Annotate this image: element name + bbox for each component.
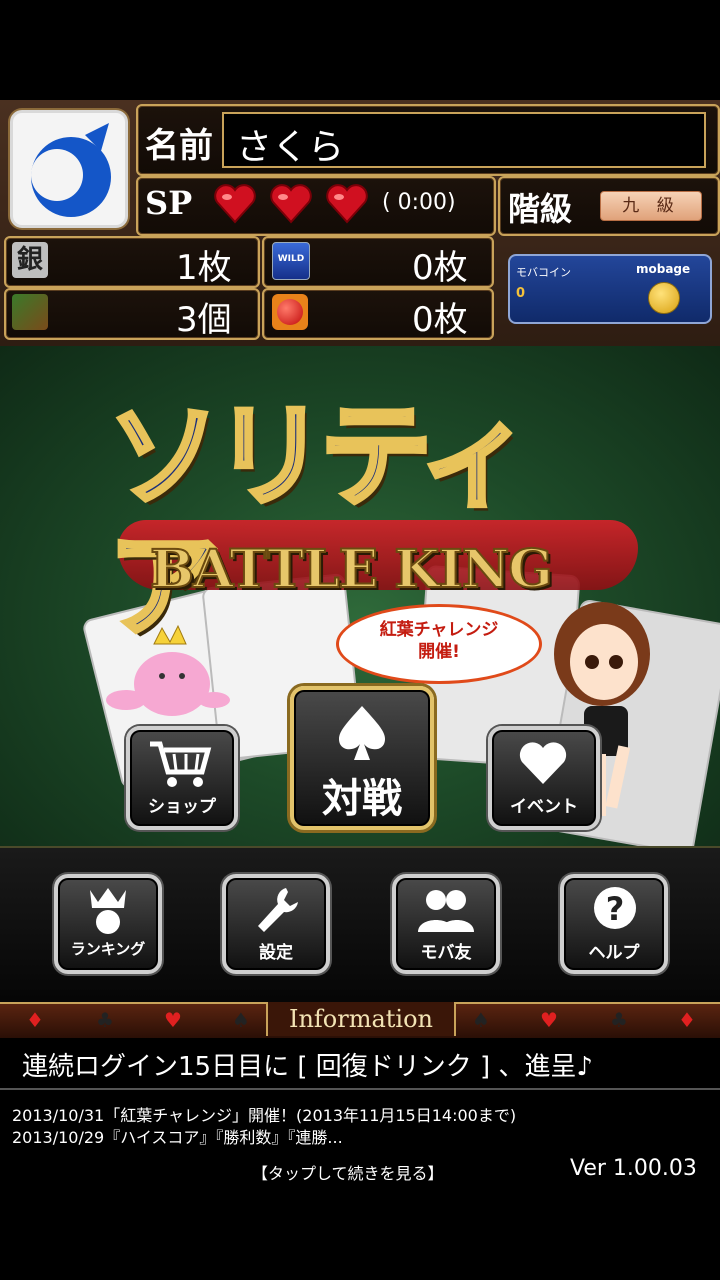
news-item[interactable]: 2013/10/29『ハイスコア』『勝利数』『連勝...	[12, 1124, 343, 1148]
mobage-brand: mobage	[636, 262, 691, 276]
question-icon: ?	[594, 887, 636, 929]
name-value: さくら	[236, 127, 345, 168]
mascot-bunny-icon	[106, 624, 230, 716]
wild-icon-label: WILD	[277, 254, 305, 264]
event-label: イベント	[510, 797, 578, 817]
spade-icon	[338, 706, 386, 760]
svg-text:?: ?	[606, 890, 625, 928]
ranking-button[interactable]: ランキング	[54, 874, 162, 974]
mobage-avatar-icon	[31, 123, 111, 217]
ball-icon	[272, 294, 308, 330]
crown-icon	[90, 888, 126, 934]
logo-title-en: BATTLE KING	[149, 538, 554, 601]
ball-count: 0枚	[412, 300, 468, 340]
friends-button[interactable]: モバ友	[392, 874, 500, 974]
club-icon: ♣	[96, 1008, 114, 1032]
rank-label: 階級	[508, 190, 573, 228]
drink-icon	[12, 294, 48, 330]
information-title: Information	[266, 1002, 456, 1036]
read-more-link[interactable]: 【タップして続きを見る】	[252, 1160, 444, 1184]
silver-icon: 銀	[12, 242, 48, 278]
mobage-coin-label: モバコイン	[516, 266, 571, 279]
friends-icon	[418, 890, 474, 932]
wild-count: 0枚	[412, 248, 468, 288]
battle-label: 対戦	[322, 775, 402, 822]
cart-icon	[150, 741, 212, 787]
coin-icon	[648, 282, 680, 314]
settings-button[interactable]: 設定	[222, 874, 330, 974]
battle-button[interactable]: 対戦	[290, 686, 434, 830]
mobage-coin-panel[interactable]: モバコイン mobage 0	[508, 254, 712, 324]
wild-card-icon: WILD	[272, 242, 310, 280]
avatar[interactable]	[10, 110, 128, 228]
news-item[interactable]: 2013/10/31「紅葉チャレンジ」開催！(2013年11月15日14:00ま…	[12, 1102, 516, 1126]
rank-badge: 九 級	[600, 191, 702, 221]
shop-label: ショップ	[148, 797, 216, 817]
silver-count: 1枚	[176, 248, 232, 288]
wrench-icon	[258, 888, 298, 932]
mobage-coin-count: 0	[516, 286, 526, 301]
sp-timer: ( 0:00)	[382, 190, 456, 215]
event-button[interactable]: イベント	[488, 726, 600, 830]
divider	[0, 1088, 720, 1090]
heart-icon	[270, 184, 312, 224]
settings-label: 設定	[259, 943, 293, 963]
event-bubble-line2: 開催!	[418, 642, 460, 662]
version-label: Ver 1.00.03	[570, 1156, 697, 1181]
heart-icon	[214, 184, 256, 224]
logo-title-jp: ソリティア	[106, 389, 534, 654]
heart-icon	[519, 742, 567, 784]
help-label: ヘルプ	[588, 943, 640, 963]
club-icon: ♣	[610, 1008, 628, 1032]
event-bubble-line1: 紅葉チャレンジ	[379, 620, 499, 640]
diamond-icon: ♦	[678, 1008, 696, 1032]
heart-icon	[326, 184, 368, 224]
drink-count: 3個	[176, 300, 232, 340]
help-button[interactable]: ? ヘルプ	[560, 874, 668, 974]
ranking-label: ランキング	[70, 940, 146, 958]
spade-icon: ♠	[472, 1008, 490, 1032]
heart-icon: ♥	[164, 1008, 182, 1032]
heart-icon: ♥	[540, 1008, 558, 1032]
diamond-icon: ♦	[26, 1008, 44, 1032]
news-headline: 連続ログイン15日目に [ 回復ドリンク ] 、進呈♪	[22, 1052, 594, 1082]
sp-label: SP	[145, 184, 193, 222]
name-field[interactable]: さくら	[222, 112, 706, 168]
event-bubble[interactable]: 紅葉チャレンジ 開催!	[336, 604, 542, 684]
friends-label: モバ友	[420, 943, 472, 963]
name-label: 名前	[145, 126, 213, 166]
spade-icon: ♠	[232, 1008, 250, 1032]
shop-button[interactable]: ショップ	[126, 726, 238, 830]
